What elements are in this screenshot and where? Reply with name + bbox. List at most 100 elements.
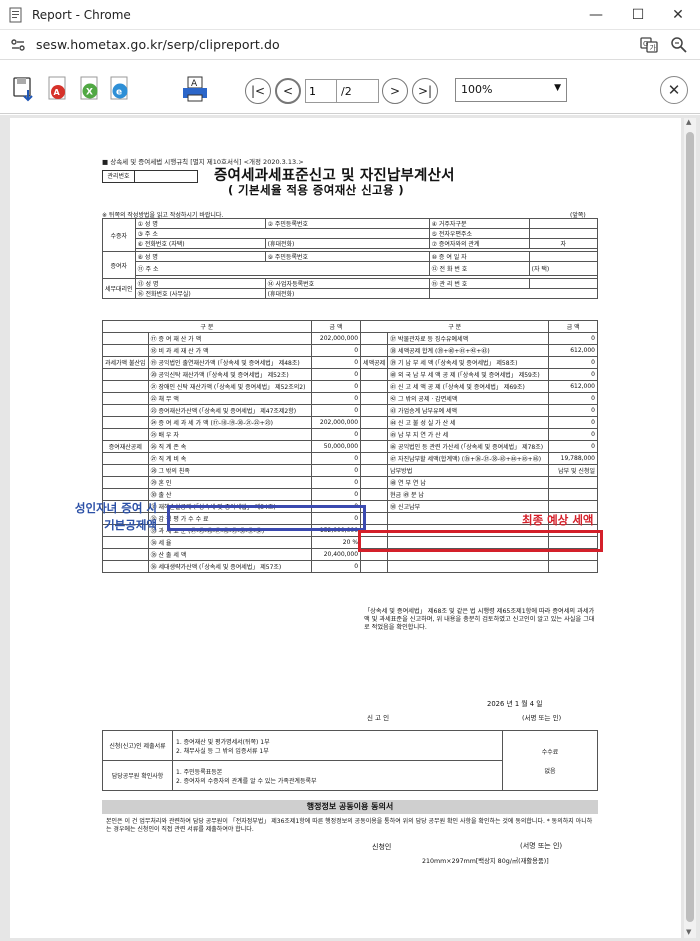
save-icon[interactable] [13, 76, 37, 102]
table-cell [548, 476, 598, 489]
cell: ⑪ 주 소 [134, 261, 430, 276]
page-number-input[interactable] [305, 79, 337, 103]
cell: ⑮ 관 리 번 호 [428, 278, 530, 289]
report-app-icon [9, 7, 22, 22]
applicant-signature: (서명 또는 인) [520, 842, 563, 850]
next-page-button[interactable]: > [382, 78, 408, 104]
consent-body: 본인은 이 건 업무처리와 관련하여 담당 공무원이 「전자정부법」 제36조제… [106, 818, 593, 833]
table-cell: 0 [310, 464, 362, 477]
table-cell [360, 392, 389, 405]
excel-icon[interactable]: X [78, 76, 102, 102]
cell: ⑯ 전화번호 (사무실) [134, 288, 266, 299]
prev-page-button[interactable]: < [275, 78, 301, 104]
table-row: ㉚ 출 산 0 현금 ㊾ 분 납 [102, 488, 598, 501]
table-cell [360, 440, 389, 453]
table-cell [360, 428, 389, 441]
table-cell [102, 488, 149, 501]
table-cell [360, 368, 389, 381]
table-cell: ㉟ 산 출 세 액 [147, 548, 312, 561]
table-cell [360, 404, 389, 417]
table-row: 과세가액 불산입 ⑲ 공익법인 출연재산가액 (「상속세 및 증여세법」 제48조… [102, 356, 598, 369]
cell: ⑤ 전자우편주소 [428, 228, 530, 239]
cell: ④ 거주자구분 [428, 218, 530, 229]
page-total: /2 [337, 79, 379, 103]
table-cell [548, 488, 598, 501]
table-cell: 0 [548, 440, 598, 453]
table-cell: ㊺ 납 부 지 연 가 산 세 [387, 428, 550, 441]
viewer-close-button[interactable]: ✕ [660, 76, 688, 104]
table-cell [360, 344, 389, 357]
table-cell: ⑱ 비 과 세 재 산 가 액 [147, 344, 312, 357]
table-cell: 0 [310, 356, 362, 369]
url-text[interactable]: sesw.hometax.go.kr/serp/clipreport.do [36, 37, 280, 52]
svg-text:e: e [116, 88, 122, 98]
scrollbar-thumb[interactable] [686, 132, 694, 922]
site-info-icon[interactable] [10, 37, 26, 53]
cell: ⑧ 성 명 [134, 251, 266, 262]
declarant-signature: (서명 또는 인) [522, 714, 562, 722]
first-page-button[interactable]: |< [245, 78, 271, 104]
table-cell: ㉒ 채 무 액 [147, 392, 312, 405]
cell [528, 218, 599, 229]
table-cell: 0 [310, 380, 362, 393]
consent-title: 행정정보 공동이용 동의서 [102, 800, 598, 814]
calc-header-item: 구 분 [360, 320, 550, 333]
table-cell: 0 [548, 356, 598, 369]
table-cell: 0 [310, 476, 362, 489]
table-row: ㉙ 혼 인0 ㊽ 연 부 연 납 [102, 476, 598, 489]
print-icon[interactable]: A [181, 76, 209, 102]
table-row: ㉔ 증 여 세 과 세 가 액 (⑰-⑱-⑲-⑳-㉑-㉒+㉓) 202,000,0… [102, 416, 598, 429]
cell [528, 278, 599, 289]
table-cell: ㊶ 신 고 세 액 공 제 (「상속세 및 증여세법」 제69조) [387, 380, 550, 393]
table-cell [102, 476, 149, 489]
zoom-value: 100% [461, 83, 493, 96]
last-page-button[interactable]: >| [412, 78, 438, 104]
table-cell: ⑲ 공익법인 출연재산가액 (「상속세 및 증여세법」 제48조) [147, 356, 312, 369]
table-cell: ㉙ 혼 인 [147, 476, 312, 489]
table-cell: ㊿ 신고납부 [387, 500, 550, 513]
svg-text:X: X [86, 88, 93, 98]
table-cell [102, 464, 149, 477]
hwp-icon[interactable]: e [108, 76, 132, 102]
maximize-button[interactable]: ☐ [618, 0, 658, 30]
window-close-button[interactable]: ✕ [658, 0, 698, 30]
calc-header-item: 구 분 [102, 320, 312, 333]
svg-text:A: A [191, 79, 198, 89]
scroll-up-icon[interactable]: ▲ [686, 118, 691, 126]
table-cell: 0 [310, 428, 362, 441]
svg-text:G: G [643, 40, 648, 48]
table-cell [360, 416, 389, 429]
table-cell: ㉗ 직 계 비 속 [147, 452, 312, 465]
table-cell: 0 [548, 416, 598, 429]
translate-icon[interactable]: G가 [640, 36, 658, 54]
final-tax-highlight-box [358, 530, 603, 552]
agent-label: 세무대리인 [102, 278, 136, 299]
table-cell: ⑳ 공익신탁 재산가액 (「상속세 및 증여세법」 제52조) [147, 368, 312, 381]
table-cell: 세액공제 [360, 356, 389, 369]
table-cell: 202,000,000 [310, 416, 362, 429]
table-cell: 0 [310, 344, 362, 357]
table-cell: ㉓ 증여재산가산액 (「상속세 및 증여세법」 제47조제2항) [147, 404, 312, 417]
table-row: ㊱ 세대생략가산액 (「상속세 및 증여세법」 제57조) 0 [102, 560, 598, 573]
cell: ① 성 명 [134, 218, 266, 229]
management-number-box: 관리번호 [102, 170, 198, 183]
table-cell: 0 [310, 368, 362, 381]
applicant-label: 신청인 [372, 843, 392, 851]
chevron-down-icon: ▼ [554, 83, 561, 93]
table-row: ㉘ 그 밖의 친족 0 납부방법 납부 및 신청일 [102, 464, 598, 477]
pdf-icon[interactable]: A [46, 76, 70, 102]
cell: ⑩ 증 여 일 자 [428, 251, 530, 262]
table-cell: 0 [310, 488, 362, 501]
table-cell: ㊷ 그 밖의 공제 · 감면세액 [387, 392, 550, 405]
table-cell: 202,000,000 [310, 332, 362, 345]
zoom-select[interactable]: 100% ▼ [455, 78, 567, 102]
table-cell [548, 560, 598, 573]
table-cell: ㉞ 세 율 [147, 536, 312, 549]
cell: (자 택) [528, 261, 599, 276]
table-cell [102, 368, 149, 381]
parties-table: 수증자 ① 성 명 ② 주민등록번호 ④ 거주자구분 ③ 주 소 ⑤ 전자우편주… [102, 218, 599, 299]
zoom-icon[interactable] [670, 36, 688, 54]
table-cell [102, 380, 149, 393]
scroll-down-icon[interactable]: ▼ [686, 928, 691, 936]
minimize-button[interactable]: — [576, 0, 616, 30]
